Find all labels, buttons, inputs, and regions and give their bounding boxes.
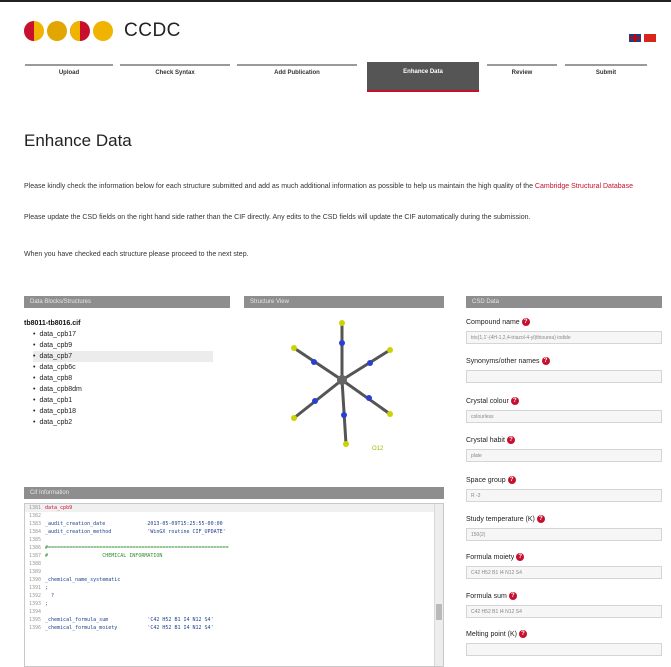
help-icon[interactable]: ? (506, 436, 515, 445)
top-border (0, 0, 671, 2)
field-label: Crystal colour (466, 398, 509, 405)
help-icon[interactable]: ? (516, 553, 525, 562)
code-line: 1390 _chemical_name_systematic (28, 577, 121, 583)
code-line: 1391; (28, 585, 49, 591)
step-review[interactable]: Review (487, 64, 557, 90)
structure-item[interactable]: data_cpb18 (33, 406, 213, 417)
code-line: 1392 ? (28, 593, 55, 599)
field-label: Formula sum (466, 593, 507, 600)
crystal-habit-field: Crystal habit? plate (466, 436, 662, 462)
viewer-panel-heading: Structure View (244, 296, 444, 308)
code-line: 1394 (28, 609, 41, 615)
uk-flag-icon[interactable] (629, 34, 641, 42)
study-temperature-input[interactable]: 150(2) (466, 528, 662, 541)
logo-mark-icon (24, 21, 44, 41)
intro-text: Please kindly check the information belo… (24, 183, 533, 190)
code-line: 1386 #===================================… (28, 545, 229, 551)
code-line: 1381 data_cpb9 (25, 504, 443, 512)
intro-paragraph: Please kindly check the information belo… (24, 181, 646, 192)
code-line: 1383 _audit_creation_date 2013-05-09T15:2… (28, 521, 223, 527)
help-icon[interactable]: ? (507, 476, 516, 485)
crystal-habit-input[interactable]: plate (466, 449, 662, 462)
help-icon[interactable]: ? (510, 397, 519, 406)
formula-sum-input[interactable]: C42 H52 B1 I4 N12 S4 (466, 605, 662, 618)
field-label: Study temperature (K) (466, 516, 535, 523)
step-upload[interactable]: Upload (25, 64, 113, 90)
molecule-viewer[interactable]: O12 (272, 318, 412, 458)
step-check-syntax[interactable]: Check Syntax (120, 64, 230, 90)
synonyms-input[interactable] (466, 370, 662, 383)
structure-item[interactable]: data_cpb8 (33, 373, 213, 384)
structures-panel-heading: Data Blocks/Structures (24, 296, 230, 308)
field-label: Melting point (K) (466, 631, 517, 638)
melting-point-input[interactable] (466, 643, 662, 656)
china-flag-icon[interactable] (644, 34, 656, 42)
field-label: Crystal habit (466, 437, 505, 444)
compound-name-input[interactable]: tris(1,1'-(4H-1,2,4-triazol-4-yl)thioure… (466, 331, 662, 344)
compound-name-field: Compound name? tris(1,1'-(4H-1,2,4-triaz… (466, 318, 662, 344)
step-add-publication[interactable]: Add Publication (237, 64, 357, 90)
formula-moiety-input[interactable]: C42 H52 B1 I4 N12 S4 (466, 566, 662, 579)
code-line: 1396 _chemical_formula_moiety 'C42 H52 B1… (28, 625, 214, 631)
structure-item[interactable]: data_cpb8dm (33, 384, 213, 395)
code-line: 1385 (28, 537, 41, 543)
page-title: Enhance Data (24, 131, 132, 150)
proceed-paragraph: When you have checked each structure ple… (24, 251, 249, 258)
field-label: Compound name (466, 319, 520, 326)
logo-mark-icon (93, 21, 113, 41)
csd-link[interactable]: Cambridge Structural Database (535, 183, 633, 190)
space-group-input[interactable]: R -3 (466, 489, 662, 502)
code-line: 1393; (28, 601, 49, 607)
code-line: 1387 # CHEMICAL INFORMATION (28, 553, 163, 559)
logo-mark-icon (70, 21, 90, 41)
editor-scrollbar[interactable] (434, 504, 443, 666)
formula-moiety-field: Formula moiety? C42 H52 B1 I4 N12 S4 (466, 553, 662, 579)
structure-item[interactable]: data_cpb9 (33, 340, 213, 351)
space-group-field: Space group? R -3 (466, 476, 662, 502)
structure-item[interactable]: data_cpb2 (33, 417, 213, 428)
structure-item[interactable]: data_cpb1 (33, 395, 213, 406)
language-switcher (626, 34, 656, 42)
help-icon[interactable]: ? (536, 515, 545, 524)
field-label: Formula moiety (466, 554, 515, 561)
crystal-colour-input[interactable]: colourless (466, 410, 662, 423)
code-line: 1384 _audit_creation_method 'WinGX routin… (28, 529, 226, 535)
code-line: 1395 _chemical_formula_sum 'C42 H52 B1 I4… (28, 617, 214, 623)
help-icon[interactable]: ? (521, 318, 530, 327)
cif-file-name[interactable]: tb8011-tb8016.cif (24, 318, 213, 329)
code-line: 1382 (28, 513, 41, 519)
structure-item-selected[interactable]: data_cpb7 (33, 351, 213, 362)
step-enhance-data[interactable]: Enhance Data (367, 62, 479, 92)
crystal-colour-field: Crystal colour? colourless (466, 397, 662, 423)
field-label: Space group (466, 477, 506, 484)
melting-point-field: Melting point (K)? (466, 630, 662, 656)
code-line: 1389 (28, 569, 41, 575)
scrollbar-thumb[interactable] (436, 604, 442, 620)
structure-item[interactable]: data_cpb6c (33, 362, 213, 373)
structure-item[interactable]: data_cpb17 (33, 329, 213, 340)
step-submit[interactable]: Submit (565, 64, 647, 90)
brand-name: CCDC (124, 20, 181, 41)
csd-panel-heading: CSD Data (466, 296, 662, 308)
code-line: 1388 (28, 561, 41, 567)
formula-sum-field: Formula sum? C42 H52 B1 I4 N12 S4 (466, 592, 662, 618)
structure-tree: tb8011-tb8016.cif data_cpb17 data_cpb9 d… (24, 318, 213, 428)
field-label: Synonyms/other names (466, 358, 540, 365)
cif-panel-heading: Cif Information (24, 487, 444, 499)
atom-label: O12 (372, 446, 384, 452)
submission-steps: Upload Check Syntax Add Publication Enha… (25, 62, 647, 94)
help-icon[interactable]: ? (518, 630, 527, 639)
help-icon[interactable]: ? (541, 357, 550, 366)
help-icon[interactable]: ? (508, 592, 517, 601)
update-paragraph: Please update the CSD fields on the righ… (24, 214, 531, 221)
synonyms-field: Synonyms/other names? (466, 357, 662, 383)
logo-mark-icon (47, 21, 67, 41)
cif-editor[interactable]: 1381 data_cpb9 1382 1383 _audit_creation_d… (24, 503, 444, 667)
study-temperature-field: Study temperature (K)? 150(2) (466, 515, 662, 541)
ccdc-logo[interactable]: CCDC (24, 20, 181, 42)
